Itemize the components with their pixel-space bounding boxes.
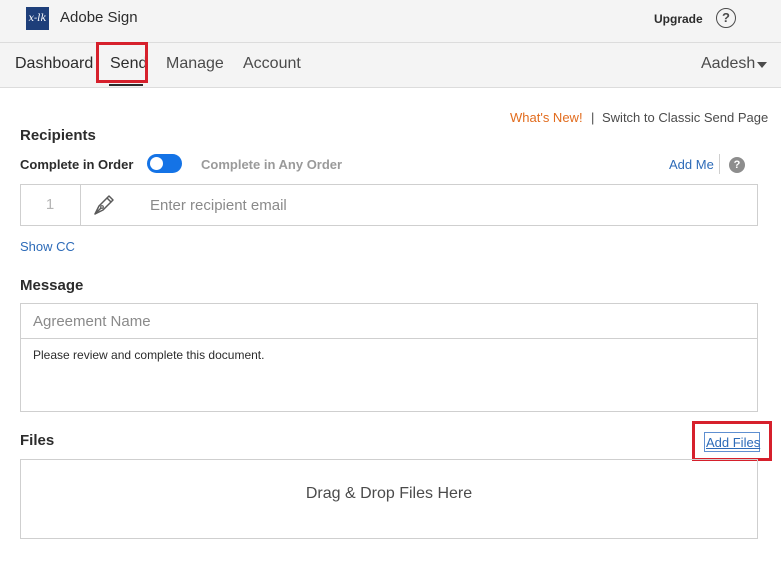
recipient-order-number: 1 — [20, 184, 81, 226]
add-me-link[interactable]: Add Me — [669, 157, 714, 172]
recipients-heading: Recipients — [20, 127, 96, 144]
recipient-email-input[interactable] — [140, 186, 760, 224]
tab-dashboard[interactable]: Dashboard — [15, 55, 93, 73]
order-toggle[interactable] — [147, 154, 182, 173]
complete-in-order-label[interactable]: Complete in Order — [20, 157, 133, 172]
message-heading: Message — [20, 277, 84, 294]
complete-any-order-label[interactable]: Complete in Any Order — [201, 157, 342, 172]
signer-pen-icon[interactable] — [92, 193, 116, 217]
files-heading: Files — [20, 432, 55, 449]
chevron-down-icon[interactable] — [757, 62, 767, 68]
tab-manage[interactable]: Manage — [166, 55, 224, 73]
toggle-knob — [150, 157, 163, 170]
whats-new-link[interactable]: What's New! — [510, 110, 583, 125]
add-files-link[interactable]: Add Files — [706, 435, 760, 450]
file-dropzone[interactable]: Drag & Drop Files Here — [20, 459, 758, 539]
agreement-name-input[interactable] — [20, 303, 758, 339]
tab-account[interactable]: Account — [243, 55, 301, 73]
classic-send-link[interactable]: Switch to Classic Send Page — [602, 110, 768, 125]
active-tab-underline — [109, 84, 143, 86]
show-cc-link[interactable]: Show CC — [20, 239, 75, 254]
user-menu[interactable]: Aadesh — [701, 55, 755, 73]
message-textarea[interactable]: Please review and complete this document… — [20, 338, 758, 412]
upgrade-link[interactable]: Upgrade — [654, 12, 703, 26]
link-separator: | — [591, 110, 595, 125]
help-icon[interactable]: ? — [729, 157, 745, 173]
send-tab-highlight-box — [96, 42, 148, 83]
divider — [719, 154, 720, 174]
app-title: Adobe Sign — [60, 9, 138, 26]
help-icon[interactable]: ? — [716, 8, 736, 28]
adobe-sign-logo: x-lk — [26, 7, 49, 30]
